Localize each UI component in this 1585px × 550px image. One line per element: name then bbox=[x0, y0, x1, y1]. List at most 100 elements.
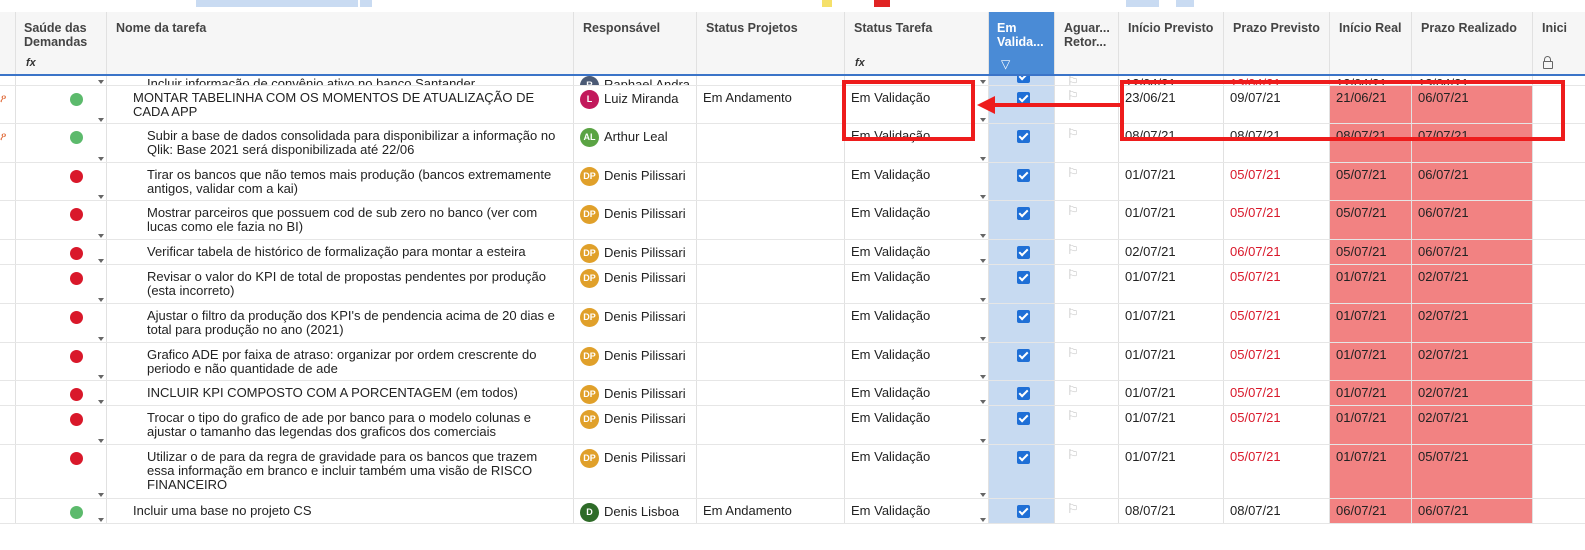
health-cell[interactable] bbox=[16, 304, 107, 342]
prazo-realizado-cell[interactable]: 06/07/21 bbox=[1412, 86, 1533, 123]
assignee-cell[interactable]: DP Denis Pilissari bbox=[574, 240, 697, 264]
flag-icon[interactable]: ⚐ bbox=[1067, 409, 1079, 423]
table-row[interactable]: Revisar o valor do KPI de total de propo… bbox=[0, 265, 1585, 304]
inicio-real-cell[interactable]: 21/06/21 bbox=[1330, 86, 1412, 123]
assignee-cell[interactable]: R Raphael Andra bbox=[574, 76, 697, 85]
health-cell[interactable] bbox=[16, 86, 107, 123]
assignee-cell[interactable]: D Denis Lisboa bbox=[574, 499, 697, 523]
em-validacao-cell[interactable] bbox=[989, 406, 1055, 444]
health-cell[interactable] bbox=[16, 124, 107, 162]
table-row[interactable]: Mostrar parceiros que possuem cod de sub… bbox=[0, 201, 1585, 240]
row-gutter[interactable] bbox=[0, 265, 16, 303]
flag-icon[interactable]: ⚐ bbox=[1067, 76, 1079, 85]
status-tarefa-cell[interactable]: Em Validação bbox=[845, 240, 989, 264]
em-validacao-cell[interactable] bbox=[989, 343, 1055, 380]
prazo-previsto-cell[interactable]: 05/07/21 bbox=[1224, 304, 1330, 342]
status-projetos-cell[interactable]: Em Andamento bbox=[697, 86, 845, 123]
table-row[interactable]: INCLUIR KPI COMPOSTO COM A PORCENTAGEM (… bbox=[0, 381, 1585, 406]
status-tarefa-cell[interactable]: Em Validação bbox=[845, 86, 989, 123]
status-tarefa-cell[interactable]: Em Validação bbox=[845, 163, 989, 200]
prazo-previsto-cell[interactable]: 05/07/21 bbox=[1224, 163, 1330, 200]
status-tarefa-cell[interactable]: Em Validação bbox=[845, 304, 989, 342]
em-validacao-cell[interactable] bbox=[989, 76, 1055, 85]
prazo-previsto-cell[interactable]: 13/04/21 bbox=[1224, 76, 1330, 85]
task-name-cell[interactable]: Subir a base de dados consolidada para d… bbox=[107, 124, 574, 162]
checkbox-checked-icon[interactable] bbox=[1017, 349, 1030, 362]
em-validacao-cell[interactable] bbox=[989, 201, 1055, 239]
assignee-cell[interactable]: DP Denis Pilissari bbox=[574, 304, 697, 342]
table-row[interactable]: Ajustar o filtro da produção dos KPI's d… bbox=[0, 304, 1585, 343]
inicio-previsto-cell[interactable]: 23/06/21 bbox=[1119, 86, 1224, 123]
assignee-cell[interactable]: DP Denis Pilissari bbox=[574, 163, 697, 200]
checkbox-checked-icon[interactable] bbox=[1017, 387, 1030, 400]
col-header-status-projetos[interactable]: Status Projetos bbox=[697, 12, 845, 74]
row-gutter[interactable] bbox=[0, 343, 16, 380]
em-validacao-cell[interactable] bbox=[989, 381, 1055, 405]
prazo-previsto-cell[interactable]: 05/07/21 bbox=[1224, 381, 1330, 405]
inicio-real-cell[interactable]: 05/07/21 bbox=[1330, 163, 1412, 200]
flag-icon[interactable]: ⚐ bbox=[1067, 448, 1079, 462]
inici-cell[interactable] bbox=[1533, 265, 1585, 303]
checkbox-checked-icon[interactable] bbox=[1017, 505, 1030, 518]
status-projetos-cell[interactable] bbox=[697, 406, 845, 444]
prazo-previsto-cell[interactable]: 05/07/21 bbox=[1224, 265, 1330, 303]
assignee-cell[interactable]: DP Denis Pilissari bbox=[574, 445, 697, 498]
status-projetos-cell[interactable] bbox=[697, 201, 845, 239]
prazo-previsto-cell[interactable]: 09/07/21 bbox=[1224, 86, 1330, 123]
em-validacao-cell[interactable] bbox=[989, 163, 1055, 200]
task-name-cell[interactable]: MONTAR TABELINHA COM OS MOMENTOS DE ATUA… bbox=[107, 86, 574, 123]
health-cell[interactable] bbox=[16, 406, 107, 444]
checkbox-checked-icon[interactable] bbox=[1017, 412, 1030, 425]
health-cell[interactable] bbox=[16, 445, 107, 498]
status-projetos-cell[interactable] bbox=[697, 343, 845, 380]
task-name-cell[interactable]: Revisar o valor do KPI de total de propo… bbox=[107, 265, 574, 303]
checkbox-checked-icon[interactable] bbox=[1017, 92, 1030, 105]
aguardando-cell[interactable]: ⚐ bbox=[1055, 343, 1119, 380]
prazo-previsto-cell[interactable]: 06/07/21 bbox=[1224, 240, 1330, 264]
prazo-previsto-cell[interactable]: 05/07/21 bbox=[1224, 445, 1330, 498]
checkbox-checked-icon[interactable] bbox=[1017, 207, 1030, 220]
status-tarefa-cell[interactable]: Em Validação bbox=[845, 201, 989, 239]
status-tarefa-cell[interactable]: Em Validação bbox=[845, 406, 989, 444]
row-gutter[interactable] bbox=[0, 240, 16, 264]
checkbox-checked-icon[interactable] bbox=[1017, 130, 1030, 143]
row-gutter[interactable] bbox=[0, 163, 16, 200]
prazo-realizado-cell[interactable]: 02/07/21 bbox=[1412, 406, 1533, 444]
inici-cell[interactable] bbox=[1533, 381, 1585, 405]
health-cell[interactable] bbox=[16, 381, 107, 405]
inicio-previsto-cell[interactable]: 01/07/21 bbox=[1119, 343, 1224, 380]
row-gutter[interactable]: ዖ bbox=[0, 124, 16, 162]
inici-cell[interactable] bbox=[1533, 124, 1585, 162]
task-name-cell[interactable]: Utilizar o de para da regra de gravidade… bbox=[107, 445, 574, 498]
prazo-previsto-cell[interactable]: 08/07/21 bbox=[1224, 499, 1330, 523]
flag-icon[interactable]: ⚐ bbox=[1067, 204, 1079, 218]
assignee-cell[interactable]: DP Denis Pilissari bbox=[574, 343, 697, 380]
prazo-previsto-cell[interactable]: 05/07/21 bbox=[1224, 406, 1330, 444]
assignee-cell[interactable]: DP Denis Pilissari bbox=[574, 406, 697, 444]
health-cell[interactable] bbox=[16, 499, 107, 523]
prazo-realizado-cell[interactable]: 02/07/21 bbox=[1412, 265, 1533, 303]
row-gutter[interactable]: ዖ bbox=[0, 86, 16, 123]
em-validacao-cell[interactable] bbox=[989, 86, 1055, 123]
task-name-cell[interactable]: Incluir uma base no projeto CS bbox=[107, 499, 574, 523]
prazo-realizado-cell[interactable]: 05/07/21 bbox=[1412, 445, 1533, 498]
status-tarefa-cell[interactable]: Em Validação bbox=[845, 499, 989, 523]
em-validacao-cell[interactable] bbox=[989, 265, 1055, 303]
flag-icon[interactable]: ⚐ bbox=[1067, 307, 1079, 321]
inici-cell[interactable] bbox=[1533, 406, 1585, 444]
aguardando-cell[interactable]: ⚐ bbox=[1055, 499, 1119, 523]
health-cell[interactable] bbox=[16, 240, 107, 264]
inicio-previsto-cell[interactable]: 01/07/21 bbox=[1119, 201, 1224, 239]
inicio-real-cell[interactable]: 01/07/21 bbox=[1330, 304, 1412, 342]
inici-cell[interactable] bbox=[1533, 343, 1585, 380]
inicio-real-cell[interactable]: 01/07/21 bbox=[1330, 381, 1412, 405]
inicio-previsto-cell[interactable]: 01/07/21 bbox=[1119, 163, 1224, 200]
col-header-responsavel[interactable]: Responsável bbox=[574, 12, 697, 74]
inicio-previsto-cell[interactable]: 01/07/21 bbox=[1119, 304, 1224, 342]
health-cell[interactable] bbox=[16, 163, 107, 200]
inicio-real-cell[interactable]: 12/04/21 bbox=[1330, 76, 1412, 85]
col-header-inicio-real[interactable]: Início Real bbox=[1330, 12, 1412, 74]
status-tarefa-cell[interactable]: Em Validação bbox=[845, 343, 989, 380]
row-gutter[interactable] bbox=[0, 499, 16, 523]
task-name-cell[interactable]: Trocar o tipo do grafico de ade por banc… bbox=[107, 406, 574, 444]
